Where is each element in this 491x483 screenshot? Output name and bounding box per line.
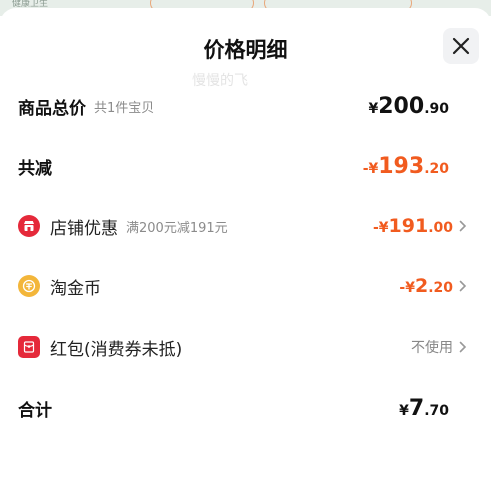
price-integer: 200 <box>378 93 425 119</box>
grand-total-row: 合计 ¥ 7 .70 <box>0 388 491 428</box>
shop-discount-row[interactable]: 店铺优惠 满200元减191元 -¥ 191 .00 <box>0 206 491 246</box>
shop-discount-amount: -¥ 191 .00 <box>373 215 453 237</box>
price-decimal: .00 <box>428 220 453 236</box>
close-icon <box>452 37 470 55</box>
price-prefix: -¥ <box>362 160 379 177</box>
red-packet-status: 不使用 <box>411 340 453 356</box>
total-discount-row: 共减 -¥ 193 .20 <box>0 146 491 186</box>
grand-total-price: ¥ 7 .70 <box>399 396 449 421</box>
price-decimal: .20 <box>424 160 449 177</box>
grand-total-label: 合计 <box>18 400 52 421</box>
chevron-right-icon <box>459 341 467 353</box>
price-integer: 191 <box>388 215 429 237</box>
taojinbi-label: 淘金币 <box>50 278 101 299</box>
price-decimal: .70 <box>424 402 449 419</box>
price-integer: 2 <box>414 275 429 297</box>
sheet-title: 价格明细 <box>203 38 288 62</box>
price-decimal: .20 <box>428 280 453 296</box>
price-prefix: ¥ <box>368 100 379 117</box>
shop-discount-label: 店铺优惠 <box>50 218 118 239</box>
taojinbi-row[interactable]: 淘金币 -¥ 2 .20 <box>0 266 491 306</box>
shop-icon <box>18 215 40 237</box>
coin-icon <box>18 275 40 297</box>
red-packet-label: 红包(消费券未抵) <box>50 339 183 360</box>
price-prefix: -¥ <box>399 280 415 296</box>
price-detail-sheet: 价格明细 慢慢的飞 商品总价 共1件宝贝 ¥ 200 .90 共减 -¥ 193 <box>0 8 491 483</box>
price-prefix: -¥ <box>372 220 389 236</box>
total-discount-label: 共减 <box>18 158 52 179</box>
price-prefix: ¥ <box>399 402 409 419</box>
red-packet-row[interactable]: 红包(消费券未抵) 不使用 <box>0 327 491 367</box>
chevron-right-icon <box>459 220 467 232</box>
price-integer: 7 <box>408 395 425 421</box>
goods-count-note: 共1件宝贝 <box>94 100 155 116</box>
goods-total-price: ¥ 200 .90 <box>369 94 450 119</box>
price-decimal: .90 <box>424 100 449 117</box>
goods-total-row: 商品总价 共1件宝贝 ¥ 200 .90 <box>0 86 491 126</box>
total-discount-amount: -¥ 193 .20 <box>363 154 449 179</box>
chevron-right-icon <box>459 280 467 292</box>
goods-total-label: 商品总价 <box>18 98 86 119</box>
close-button[interactable] <box>443 28 479 64</box>
taojinbi-amount: -¥ 2 .20 <box>399 275 453 297</box>
shop-discount-rule: 满200元减191元 <box>126 220 228 236</box>
red-packet-icon <box>18 336 40 358</box>
price-integer: 193 <box>378 153 425 179</box>
